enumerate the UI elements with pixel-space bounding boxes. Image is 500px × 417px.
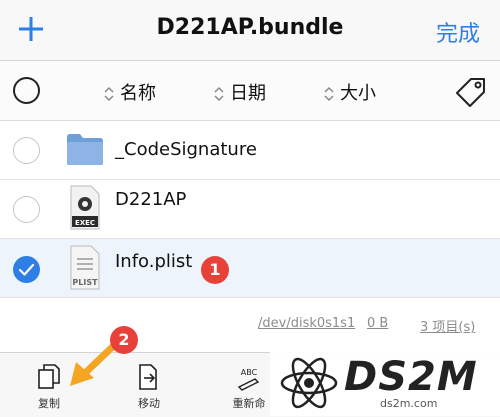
step-badge: 2 [110,326,138,354]
sort-arrows-icon [104,86,114,102]
watermark: DS2M ds2m.com [270,350,500,416]
checkmark-icon [18,263,35,276]
watermark-logo-text: DS2M [344,354,478,400]
sort-arrows-icon [324,86,334,102]
select-all-checkbox[interactable] [13,77,40,104]
list-item[interactable]: PLIST Info.plist 1 [0,239,500,298]
item-count-link[interactable]: 3 项目(s) [420,316,475,335]
sort-name-label: 名称 [120,83,156,104]
file-name: Info.plist [115,251,193,272]
file-name: _CodeSignature [115,139,257,160]
copy-icon [38,364,60,389]
sort-by-name[interactable]: 名称 [104,79,156,105]
watermark-url: ds2m.com [380,397,438,410]
folder-icon [67,134,103,165]
row-checkbox-checked[interactable] [13,256,40,283]
exec-icon-text: EXEC [75,219,95,227]
file-name: D221AP [115,189,187,210]
exec-file-icon: EXEC [70,185,100,230]
move-label: 移动 [138,397,160,410]
copy-label: 复制 [38,397,60,410]
sort-arrows-icon [214,86,224,102]
rename-icon: ABC [237,368,260,391]
sort-by-size[interactable]: 大小 [324,79,376,105]
plist-file-icon: PLIST [70,245,100,290]
list-item[interactable]: EXEC D221AP [0,180,500,239]
rename-icon-text: ABC [241,368,258,377]
move-icon [139,364,157,390]
row-checkbox[interactable] [13,137,40,164]
atom-logo-icon [280,357,338,409]
plist-icon-text: PLIST [72,278,98,287]
row-checkbox[interactable] [13,196,40,223]
list-item[interactable]: _CodeSignature [0,121,500,180]
done-button[interactable]: 完成 [436,16,480,48]
sort-date-label: 日期 [230,83,266,104]
step-badge: 1 [201,256,229,284]
tag-icon[interactable] [453,75,489,107]
nav-bar: D221AP.bundle 完成 [0,0,500,61]
sort-bar: 名称 日期 大小 [0,61,500,121]
page-title: D221AP.bundle [156,15,344,40]
sort-size-label: 大小 [340,83,376,104]
sort-by-date[interactable]: 日期 [214,79,266,105]
total-size-link[interactable]: 0 B [367,316,388,331]
disk-path-link[interactable]: /dev/disk0s1s1 [258,316,355,331]
